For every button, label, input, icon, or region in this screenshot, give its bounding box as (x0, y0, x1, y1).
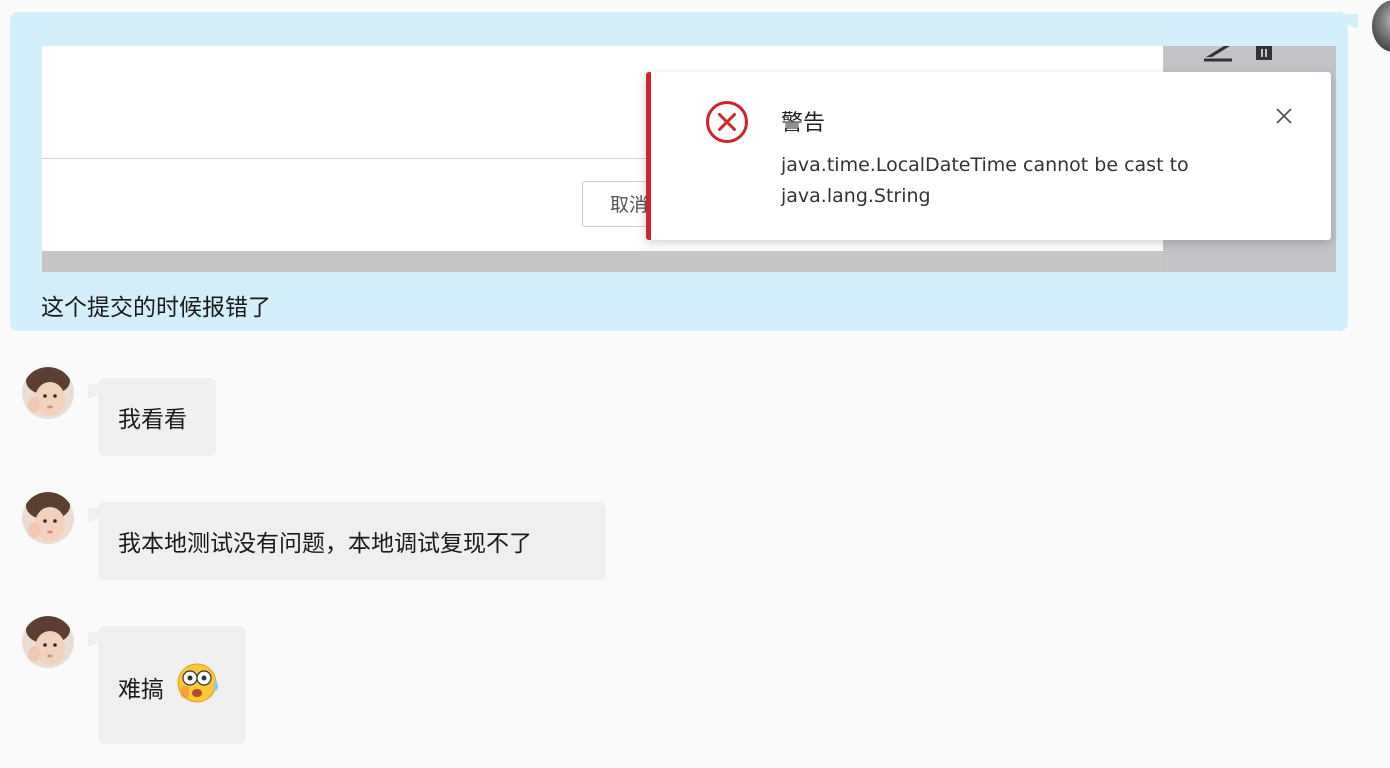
incoming-message-bubble[interactable]: 难搞 (98, 626, 246, 744)
toast-title: 警告 (781, 111, 826, 136)
incoming-message-text: 我本地测试没有问题，本地调试复现不了 (118, 531, 532, 557)
edit-icon (1204, 46, 1232, 62)
outgoing-message-bubble[interactable]: 取消 警告 java.time.LocalDateTime cannot be … (10, 12, 1348, 331)
baby-avatar-icon (22, 616, 74, 668)
incoming-message-text: 难搞 (118, 677, 164, 703)
incoming-message-bubble[interactable]: 我看看 (98, 378, 216, 456)
incoming-message-text: 我看看 (118, 407, 187, 433)
baby-avatar-icon (22, 492, 74, 544)
error-circle-icon (706, 101, 748, 143)
chat-window: 取消 警告 java.time.LocalDateTime cannot be … (0, 0, 1390, 768)
contact-avatar[interactable] (22, 367, 74, 419)
sweating-shocked-face-emoji (177, 663, 219, 703)
trash-icon (1256, 46, 1272, 60)
outgoing-message-text: 这个提交的时候报错了 (41, 295, 271, 321)
contact-avatar[interactable] (22, 492, 74, 544)
incoming-message-bubble[interactable]: 我本地测试没有问题，本地调试复现不了 (98, 502, 606, 580)
self-avatar[interactable] (1372, 0, 1390, 52)
toast-message: java.time.LocalDateTime cannot be cast t… (781, 154, 1189, 207)
error-toast: 警告 java.time.LocalDateTime cannot be cas… (646, 72, 1331, 240)
baby-avatar-icon (22, 367, 74, 419)
close-icon[interactable] (1275, 107, 1293, 125)
contact-avatar[interactable] (22, 616, 74, 668)
